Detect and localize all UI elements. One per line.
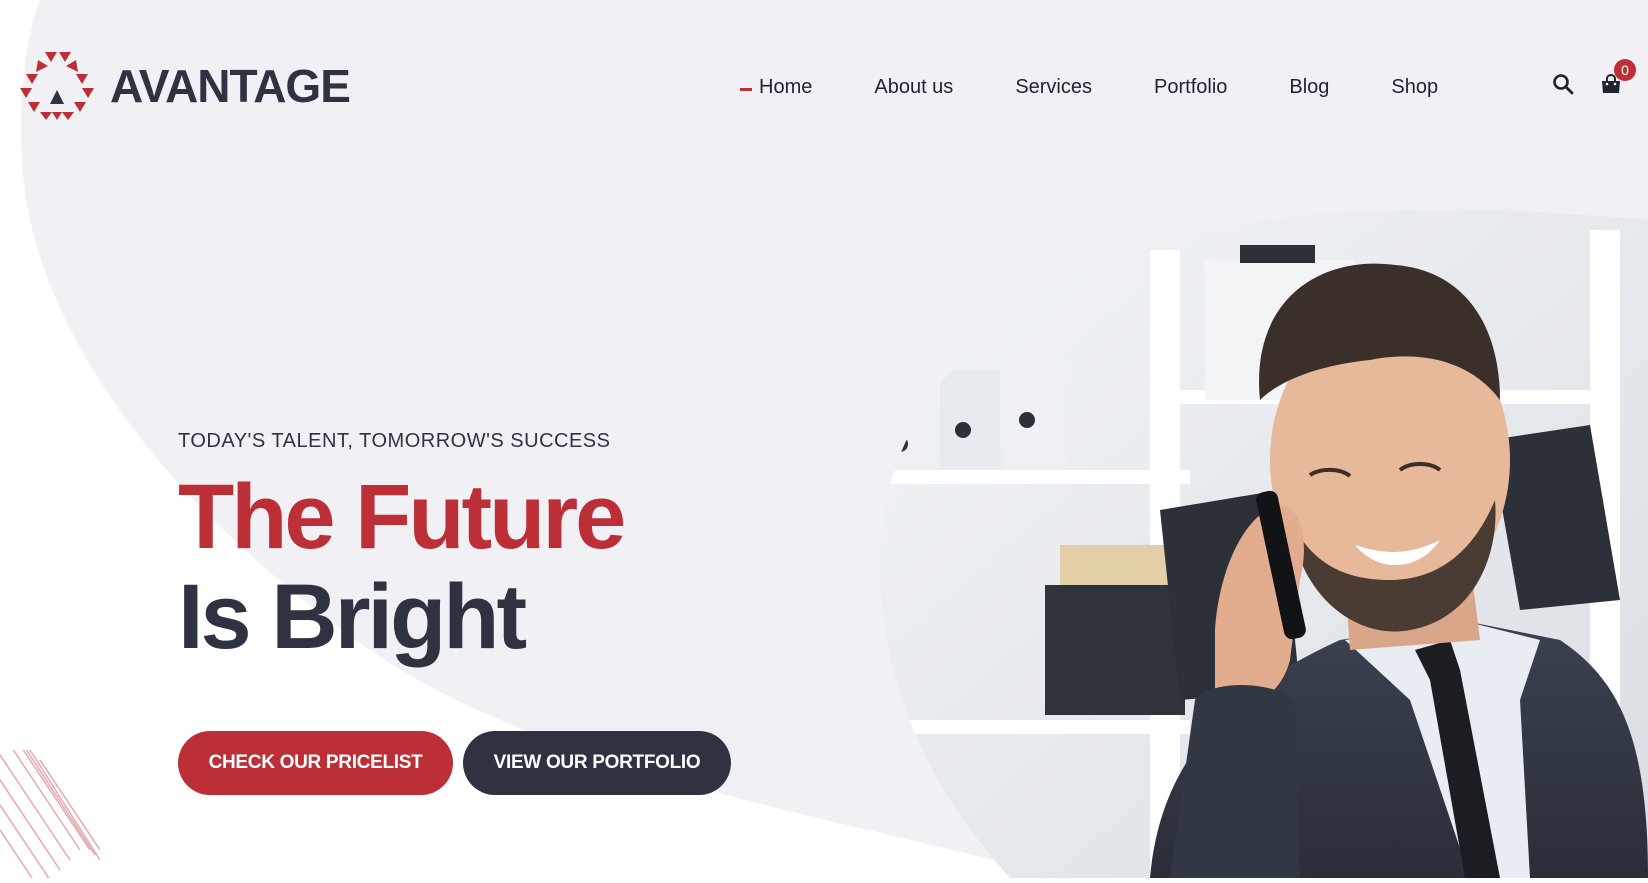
site-header: AVANTAGE Home About us Services Portfoli… — [0, 0, 1648, 175]
hero-headline-line1: The Future — [178, 466, 626, 568]
logo-icon — [20, 52, 94, 120]
hero-buttons: CHECK OUR PRICELIST VIEW OUR PORTFOLIO — [178, 731, 731, 795]
nav-item-services[interactable]: Services — [1015, 76, 1092, 99]
nav-item-shop[interactable]: Shop — [1391, 76, 1438, 99]
nav-item-about-us[interactable]: About us — [874, 76, 953, 99]
nav-item-blog[interactable]: Blog — [1289, 76, 1329, 99]
hero-headline: The Future Is Bright — [178, 466, 626, 668]
search-icon — [1553, 74, 1574, 95]
logo[interactable]: AVANTAGE — [18, 50, 351, 122]
check-pricelist-button[interactable]: CHECK OUR PRICELIST — [178, 731, 453, 795]
nav-item-home[interactable]: Home — [739, 76, 812, 99]
hero-tagline: TODAY'S TALENT, TOMORROW'S SUCCESS — [178, 430, 611, 452]
logo-text: AVANTAGE — [110, 60, 351, 112]
hero-text: TODAY'S TALENT, TOMORROW'S SUCCESS The F… — [178, 430, 626, 668]
hero-headline-line2: Is Bright — [178, 566, 527, 668]
view-portfolio-button[interactable]: VIEW OUR PORTFOLIO — [463, 731, 731, 795]
cart-count-badge: 0 — [1614, 59, 1636, 81]
search-button[interactable] — [1552, 73, 1574, 95]
nav-item-portfolio[interactable]: Portfolio — [1154, 76, 1227, 99]
cart-button[interactable]: 0 — [1600, 59, 1636, 95]
main-nav: Home About us Services Portfolio Blog Sh… — [739, 72, 1500, 102]
header-icons: 0 — [1552, 59, 1636, 95]
